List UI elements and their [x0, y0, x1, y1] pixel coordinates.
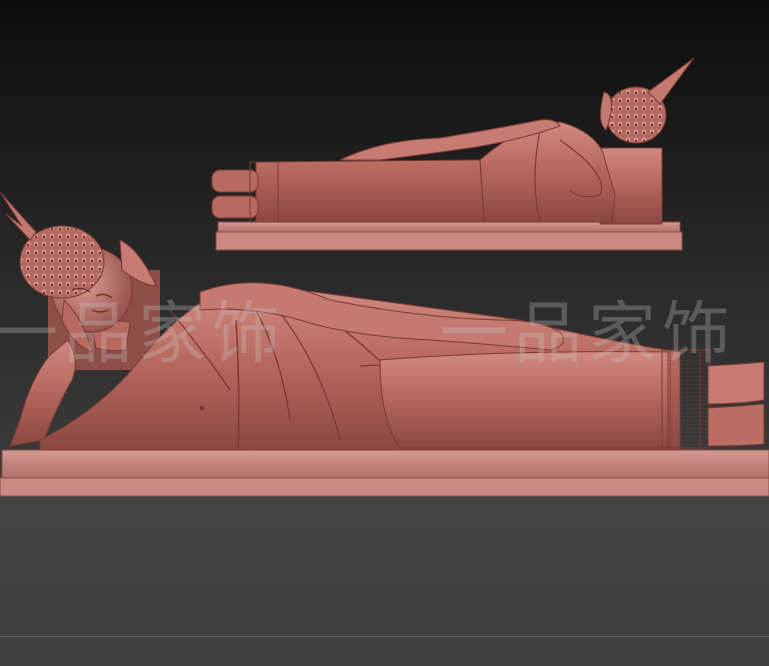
small-body [255, 121, 616, 223]
small-base-lower [215, 231, 683, 251]
large-base-lower [0, 477, 769, 497]
relief-models [0, 57, 769, 497]
render-viewport: 一品家饰 一品家饰 [0, 0, 769, 666]
small-reclining-figure [211, 57, 695, 251]
large-base-top [1, 449, 769, 479]
floor-line [0, 636, 769, 637]
large-finial [0, 191, 37, 241]
large-feet-bottom [707, 403, 765, 447]
large-robe-hem [661, 349, 711, 449]
small-finial [647, 57, 695, 105]
large-feet-top [707, 361, 765, 405]
large-legs [379, 351, 671, 449]
